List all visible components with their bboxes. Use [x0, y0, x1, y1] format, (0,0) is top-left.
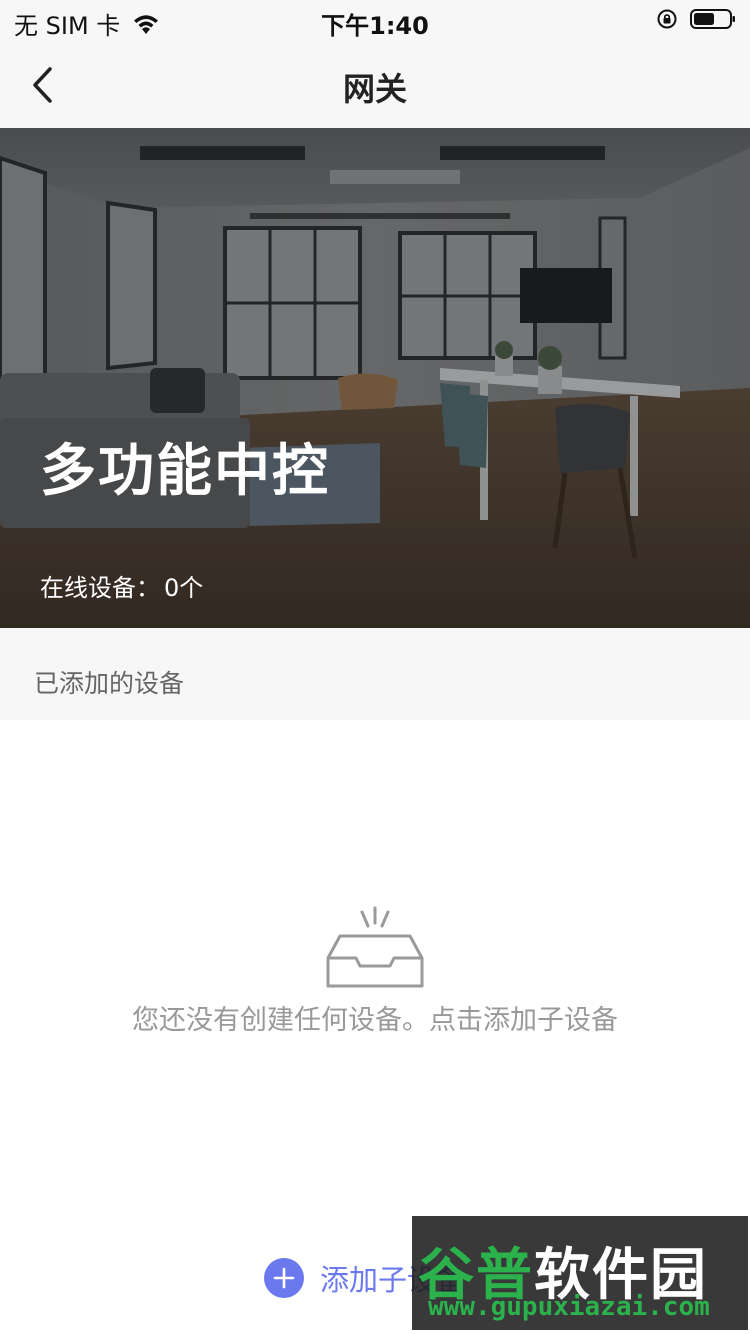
empty-state: 您还没有创建任何设备。点击添加子设备	[0, 720, 750, 1220]
page-title: 网关	[342, 70, 407, 108]
status-bar: 无 SIM 卡 下午1:40	[0, 0, 750, 42]
plus-icon	[264, 1258, 304, 1298]
status-time: 下午1:40	[321, 12, 429, 40]
battery-icon	[690, 9, 735, 29]
watermark: 谷普软件园 www.gupuxiazai.com	[412, 1216, 748, 1330]
online-label: 在线设备：	[40, 574, 160, 602]
empty-inbox-icon	[326, 906, 424, 988]
gateway-name: 多功能中控	[40, 439, 330, 504]
status-right	[656, 8, 736, 30]
added-devices-header: 已添加的设备	[0, 628, 750, 720]
online-devices: 在线设备： 0个	[40, 568, 203, 603]
navigation-bar: 网关	[0, 42, 750, 128]
watermark-url: www.gupuxiazai.com	[428, 1292, 710, 1322]
rotation-lock-icon	[657, 9, 677, 29]
room-background-image	[0, 128, 750, 628]
empty-message: 您还没有创建任何设备。点击添加子设备	[132, 1005, 618, 1036]
online-count: 0个	[164, 574, 204, 602]
section-title: 已添加的设备	[34, 669, 185, 698]
hero-banner: 多功能中控 在线设备： 0个	[0, 128, 750, 628]
